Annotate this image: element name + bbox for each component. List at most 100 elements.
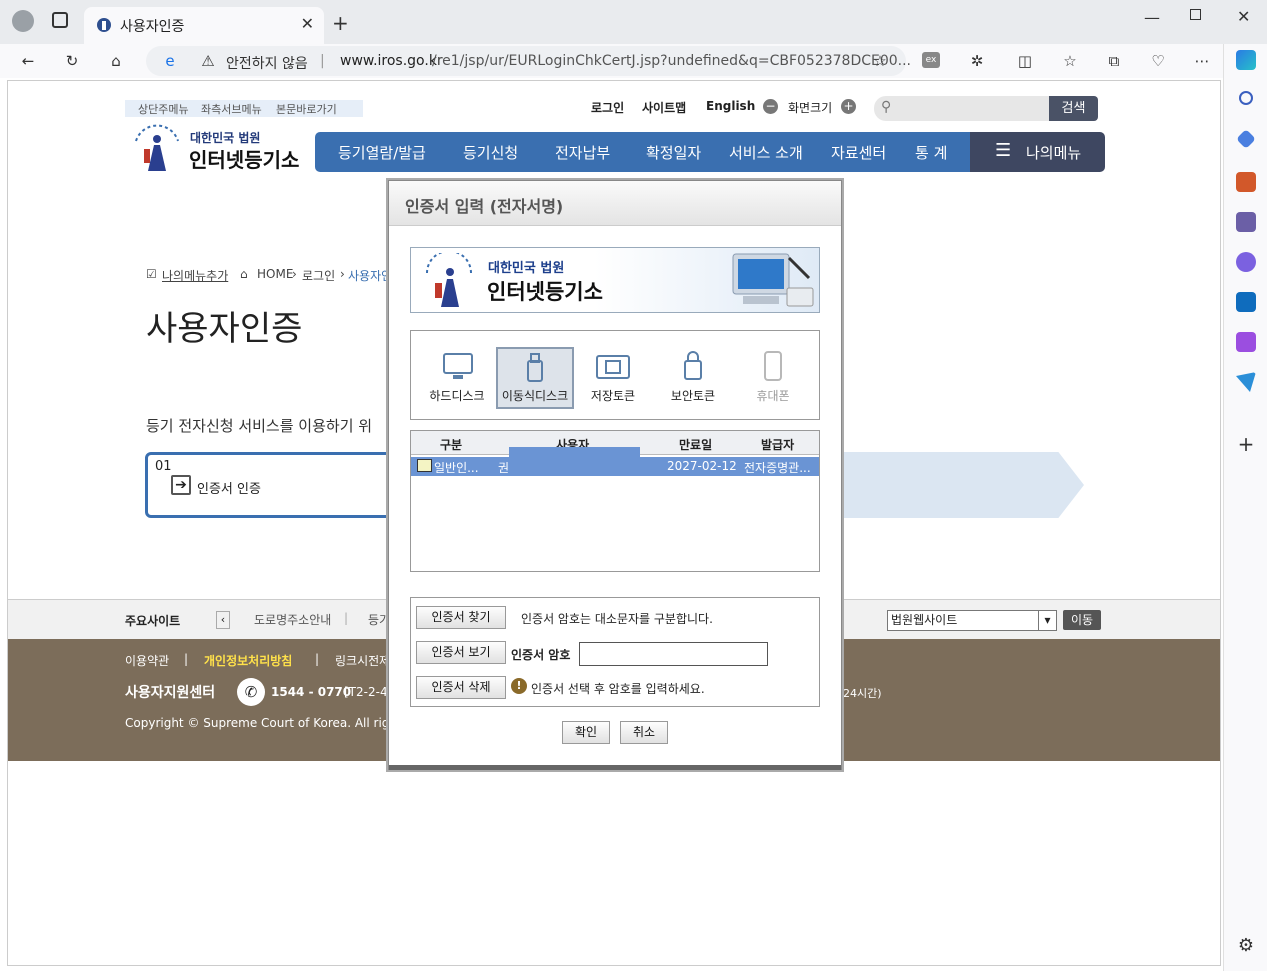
maximize-icon[interactable] (1190, 9, 1201, 20)
dialog-banner: 대한민국 법원 인터넷등기소 (410, 247, 820, 313)
terms-link[interactable]: 이용약관 (125, 652, 169, 669)
storage-security-token[interactable]: 보안토큰 (654, 347, 732, 409)
storage-hard-disk-label: 하드디스크 (429, 389, 485, 403)
security-label[interactable]: 안전하지 않음 (226, 53, 308, 73)
tab-title: 사용자인증 (120, 19, 185, 35)
phone-icon (764, 351, 782, 381)
col-expiry[interactable]: 만료일 (679, 436, 712, 453)
sitemap-link[interactable]: 사이트맵 (642, 99, 686, 116)
support-hours-tail: 24시간) (843, 687, 882, 700)
tab-actions-icon[interactable] (52, 12, 68, 28)
zoom-out-icon[interactable]: − (763, 99, 778, 114)
collections-icon[interactable]: ⧉ (1104, 51, 1124, 71)
site-search-button[interactable]: 검색 (1049, 96, 1098, 121)
table-row[interactable]: 일반인... 권 2027-02-12 전자증명관... (411, 457, 819, 476)
find-certificate-button[interactable]: 인증서 찾기 (416, 606, 506, 629)
breadcrumb-home[interactable]: HOME (257, 267, 293, 281)
court-site-select-value: 법원웹사이트 (891, 613, 958, 627)
privacy-link[interactable]: 개인정보처리방침 (204, 652, 292, 669)
storage-save-token[interactable]: 저장토큰 (574, 347, 652, 409)
nav-service-intro[interactable]: 서비스 소개 (729, 142, 803, 163)
extensions-icon[interactable]: ✲ (967, 51, 987, 71)
nav-registry-apply[interactable]: 등기신청 (463, 142, 518, 163)
microsoft365-icon[interactable] (1236, 252, 1256, 272)
designer-icon[interactable] (1236, 332, 1256, 352)
confirm-button[interactable]: 확인 (562, 721, 610, 744)
storage-removable-disk-label: 이동식디스크 (501, 389, 569, 403)
court-site-select[interactable]: 법원웹사이트 ▾ (887, 610, 1057, 631)
browser-essentials-icon[interactable]: ♡ (1148, 51, 1168, 71)
shopping-tag-icon[interactable] (1236, 129, 1256, 149)
tools-briefcase-icon[interactable] (1236, 172, 1256, 192)
certificate-actions-panel: 인증서 찾기 인증서 암호는 대소문자를 구분합니다. 인증서 보기 인증서 암… (410, 597, 820, 707)
skip-links: 상단주메뉴 좌측서브메뉴 본문바로가기 (125, 100, 363, 117)
games-icon[interactable] (1236, 212, 1256, 232)
delete-certificate-button[interactable]: 인증서 삭제 (416, 676, 506, 699)
storage-hard-disk[interactable]: 하드디스크 (418, 347, 496, 409)
ie-mode-icon[interactable]: e (160, 51, 180, 71)
sidebar-settings-icon[interactable]: ⚙ (1236, 936, 1256, 956)
my-menu-button[interactable]: ☰ 나의메뉴 (970, 132, 1105, 172)
favorites-icon[interactable]: ☆ (1060, 51, 1080, 71)
storage-save-token-label: 저장토큰 (590, 389, 636, 403)
back-icon[interactable]: ← (18, 51, 38, 71)
go-button[interactable]: 이동 (1063, 610, 1101, 630)
copilot-icon[interactable] (1236, 50, 1256, 70)
logo-main[interactable]: 인터넷등기소 (189, 144, 299, 173)
outlook-icon[interactable] (1236, 292, 1256, 312)
skip-link-left[interactable]: 좌측서브메뉴 (201, 101, 262, 117)
view-certificate-button[interactable]: 인증서 보기 (416, 641, 506, 664)
site-search-input[interactable]: ⚲ (874, 96, 1050, 121)
search-sidebar-icon[interactable] (1239, 91, 1253, 105)
add-my-menu-link[interactable]: 나의메뉴추가 (162, 267, 228, 284)
skip-link-top[interactable]: 상단주메뉴 (138, 101, 189, 117)
support-phone: 1544 - 0770 (271, 685, 352, 699)
password-label: 인증서 암호 (511, 648, 571, 662)
breadcrumb-login[interactable]: 로그인 (302, 267, 335, 284)
url-domain: www.iros.go.kr (340, 53, 443, 69)
site-link-registry[interactable]: 등기 (368, 611, 390, 628)
english-link[interactable]: English (706, 99, 755, 113)
footer-sep: | (184, 652, 189, 666)
cancel-button[interactable]: 취소 (620, 721, 668, 744)
tab-close-icon[interactable]: ✕ (301, 14, 314, 33)
zoom-in-icon[interactable]: + (841, 99, 856, 114)
nav-registry-view[interactable]: 등기열람/발급 (338, 142, 426, 163)
split-screen-icon[interactable]: ◫ (1015, 51, 1035, 71)
storage-mobile-phone[interactable]: 휴대폰 (734, 347, 812, 409)
nav-statistics[interactable]: 통 계 (915, 142, 947, 163)
step-progress-arrow (828, 452, 1084, 518)
token-icon (596, 355, 630, 379)
profile-avatar-icon[interactable] (12, 10, 34, 32)
refresh-icon[interactable]: ↻ (62, 51, 82, 71)
home-icon[interactable]: ⌂ (106, 51, 126, 71)
minimize-icon[interactable]: — (1144, 8, 1160, 27)
cert-user: 권 (498, 461, 510, 475)
url-path: /re1/jsp/ur/EURLoginChkCertJ.jsp?undefin… (432, 53, 912, 69)
link-policy-link[interactable]: 링크시전제 (335, 652, 390, 669)
site-link-address[interactable]: 도로명주소안내 (254, 611, 331, 628)
col-issuer[interactable]: 발급자 (761, 436, 794, 453)
add-my-menu-checkbox-icon[interactable]: ☑ (146, 267, 157, 281)
login-link[interactable]: 로그인 (591, 99, 624, 116)
storage-removable-disk[interactable]: 이동식디스크 (496, 347, 574, 409)
nav-fixed-date[interactable]: 확정일자 (646, 142, 701, 163)
address-bar[interactable]: e ⚠ 안전하지 않음 | www.iros.go.kr /re1/jsp/ur… (146, 46, 911, 76)
sites-prev-icon[interactable]: ‹ (216, 611, 230, 629)
close-window-icon[interactable]: ✕ (1237, 7, 1250, 26)
nav-data-center[interactable]: 자료센터 (831, 142, 886, 163)
new-tab-icon[interactable]: + (332, 11, 349, 35)
edge-sidebar: + ⚙ (1223, 44, 1267, 971)
more-menu-icon[interactable]: ⋯ (1192, 51, 1212, 71)
breadcrumb-current: 사용자인 (348, 269, 393, 283)
nav-e-payment[interactable]: 전자납부 (555, 142, 610, 163)
certificate-password-input[interactable] (579, 642, 768, 666)
skip-link-content[interactable]: 본문바로가기 (276, 101, 337, 117)
ie-compat-icon[interactable]: ex (922, 52, 940, 68)
add-sidebar-icon[interactable]: + (1236, 434, 1256, 454)
send-icon[interactable] (1236, 372, 1256, 392)
favorite-star-icon[interactable]: ☆ (870, 51, 890, 71)
browser-tab[interactable]: 사용자인증 ✕ (84, 7, 324, 44)
banner-court-logo-icon (426, 253, 472, 307)
col-type[interactable]: 구분 (440, 436, 462, 453)
